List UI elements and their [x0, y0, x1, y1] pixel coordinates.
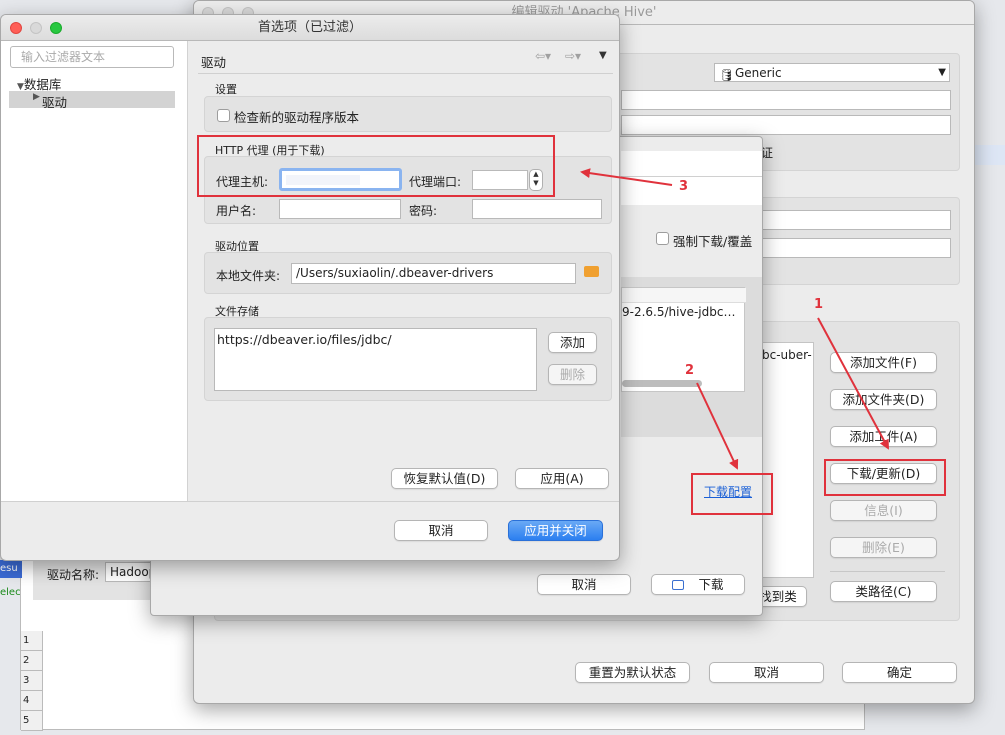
- arrow-3: [580, 168, 673, 186]
- arrow-1: [817, 317, 889, 450]
- annotation-arrows: [580, 168, 889, 470]
- arrow-2: [696, 382, 739, 470]
